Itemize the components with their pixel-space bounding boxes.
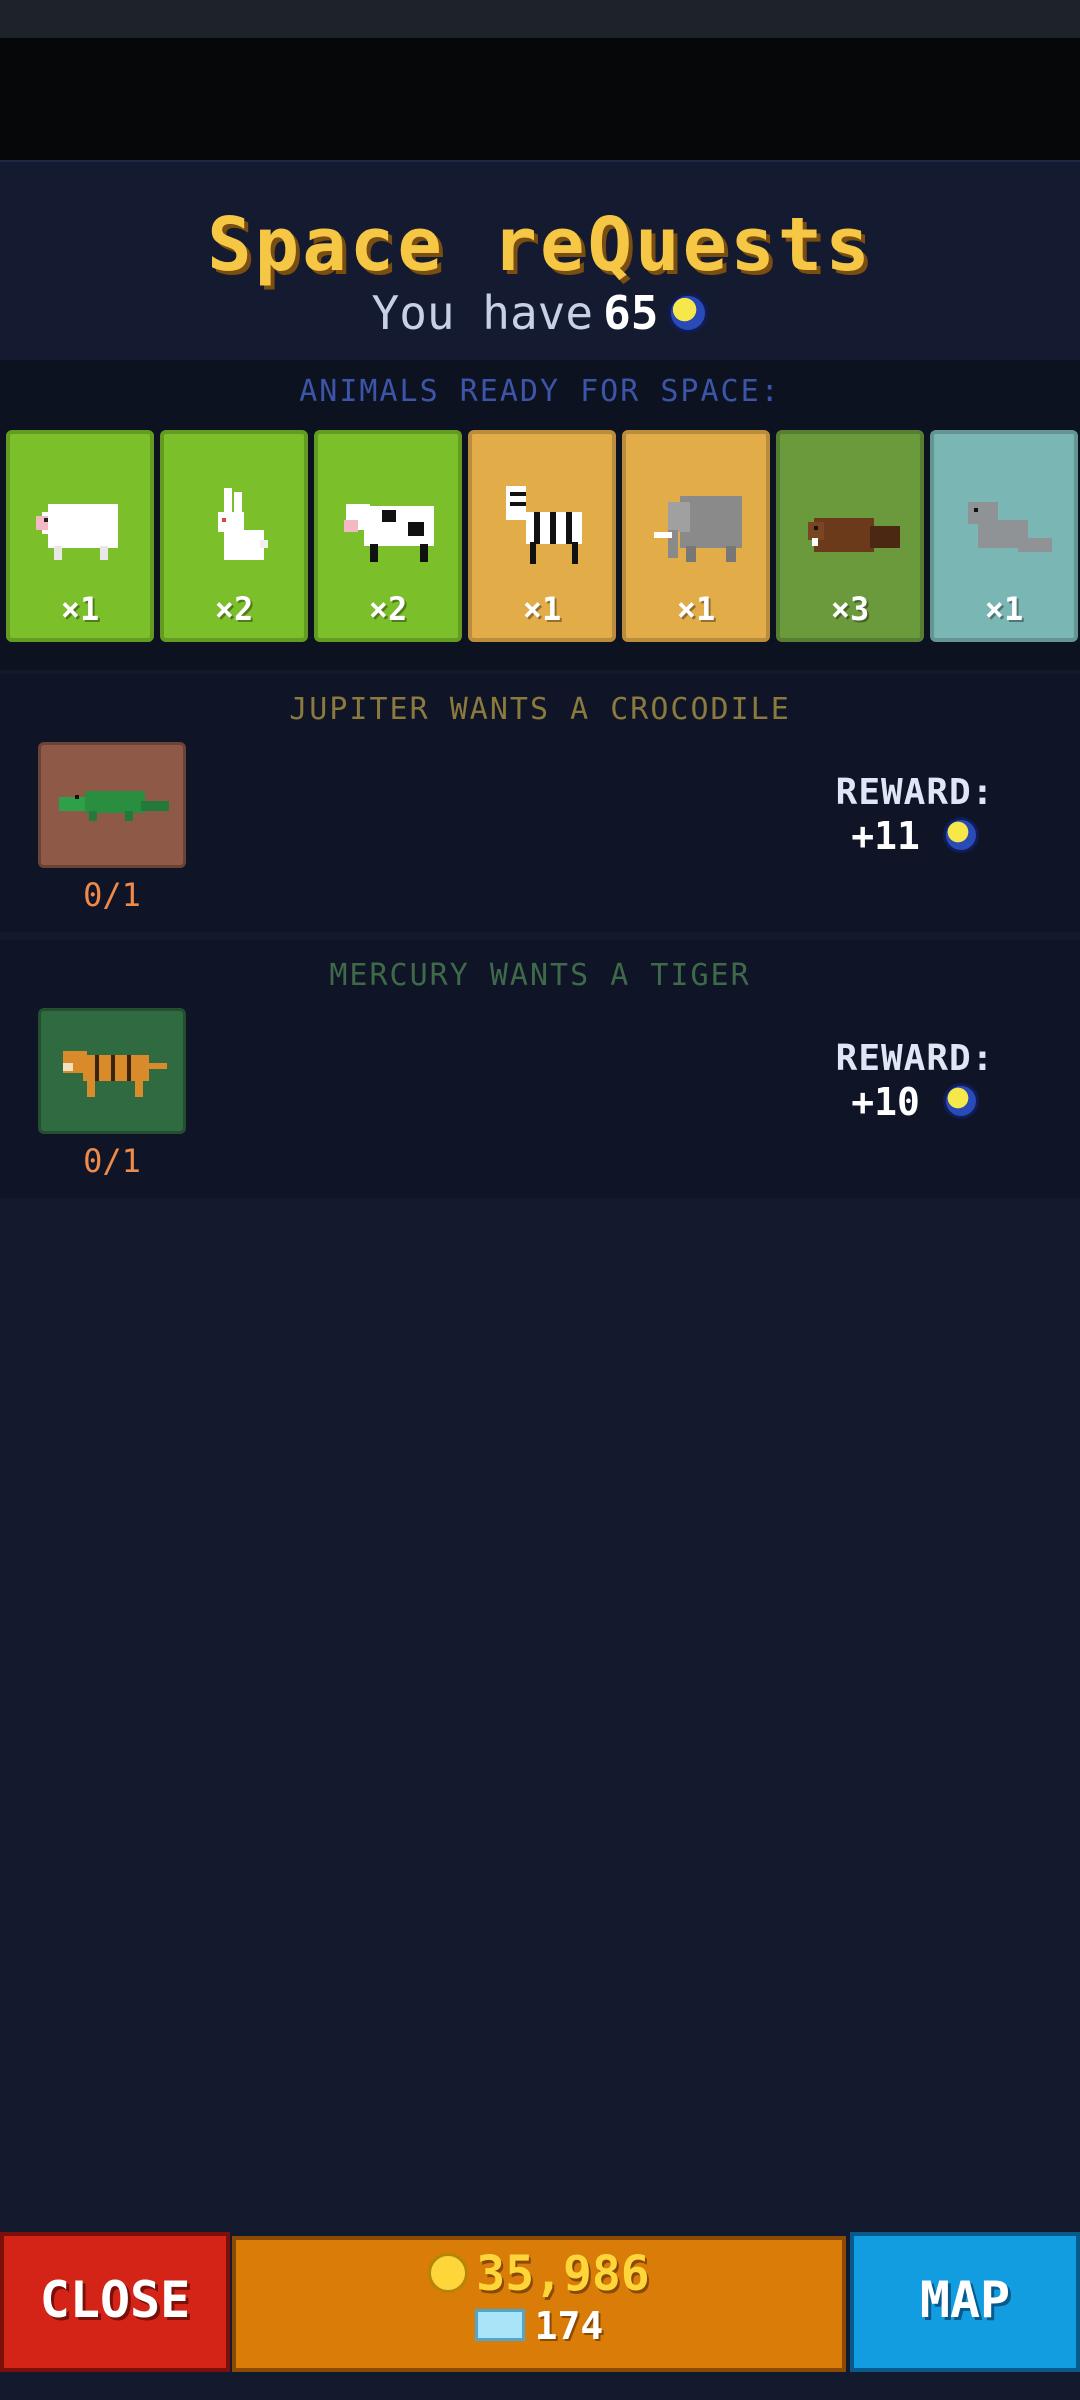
animal-card-cow[interactable]: ×2 [314,430,462,642]
space-coin-icon [942,816,979,853]
cow-icon [344,504,434,562]
ready-animals-strip: ANIMALS READY FOR SPACE: ×1 ×2 ×2 ×1 ×1 … [0,360,1080,670]
animal-card-elephant[interactable]: ×1 [622,430,770,642]
ticket-icon [474,2308,525,2341]
animal-count: ×1 [676,590,716,628]
animal-count: ×1 [522,590,562,628]
quest-mercury[interactable]: MERCURY WANTS A TIGER 0/1 REWARD: +10 [0,940,1080,1198]
bottom-bar: CLOSE 35,986 174 MAP [0,2230,1080,2400]
page-title: Space reQuests [207,202,873,288]
status-bar [0,0,1080,38]
coin-balance: You have 65 [0,286,1080,340]
animal-count: ×2 [214,590,254,628]
gold-amount: 35,986 [476,2246,650,2302]
quest-jupiter[interactable]: JUPITER WANTS A CROCODILE 0/1 REWARD: +1… [0,674,1080,932]
quest-animal-slot[interactable] [38,1008,186,1134]
currency-panel: 35,986 174 [232,2236,846,2372]
seal-icon [968,502,1052,552]
quest-animal-slot[interactable] [38,742,186,868]
animal-count: ×1 [984,590,1024,628]
balance-prefix: You have [371,286,594,340]
space-coin-icon [942,1082,979,1119]
quest-title: JUPITER WANTS A CROCODILE [289,692,791,727]
sheep-icon [36,504,118,560]
animal-card-zebra[interactable]: ×1 [468,430,616,642]
tiger-icon [63,1051,167,1097]
quest-progress: 0/1 [83,876,141,914]
quest-progress: 0/1 [83,1142,141,1180]
ticket-balance: 174 [236,2304,842,2348]
animal-count: ×3 [830,590,870,628]
animal-count: ×1 [60,590,100,628]
animal-count: ×2 [368,590,408,628]
animal-card-rabbit[interactable]: ×2 [160,430,308,642]
reward-label: REWARD: [835,1038,995,1079]
top-backdrop [0,38,1080,160]
zebra-icon [506,486,582,564]
close-button[interactable]: CLOSE [0,2232,230,2372]
ticket-amount: 174 [534,2304,604,2348]
header-panel: Space reQuests You have 65 [0,160,1080,362]
crocodile-icon [59,791,169,821]
elephant-icon [654,496,742,562]
rabbit-icon [218,488,268,560]
balance-amount: 65 [603,286,659,340]
reward-amount: +11 [851,814,920,858]
reward-value: +10 [800,1080,1030,1124]
gold-coin-icon [428,2253,469,2293]
quest-title: MERCURY WANTS A TIGER [329,958,751,993]
reward-value: +11 [800,814,1030,858]
space-coin-icon [668,292,709,333]
map-button[interactable]: MAP [850,2232,1080,2372]
animal-card-beaver[interactable]: ×3 [776,430,924,642]
gold-balance: 35,986 [236,2246,842,2302]
ready-animals-label: ANIMALS READY FOR SPACE: [299,374,781,409]
animal-card-sheep[interactable]: ×1 [6,430,154,642]
reward-amount: +10 [851,1080,920,1124]
animal-card-seal[interactable]: ×1 [930,430,1078,642]
beaver-icon [808,518,900,552]
reward-label: REWARD: [835,772,995,813]
